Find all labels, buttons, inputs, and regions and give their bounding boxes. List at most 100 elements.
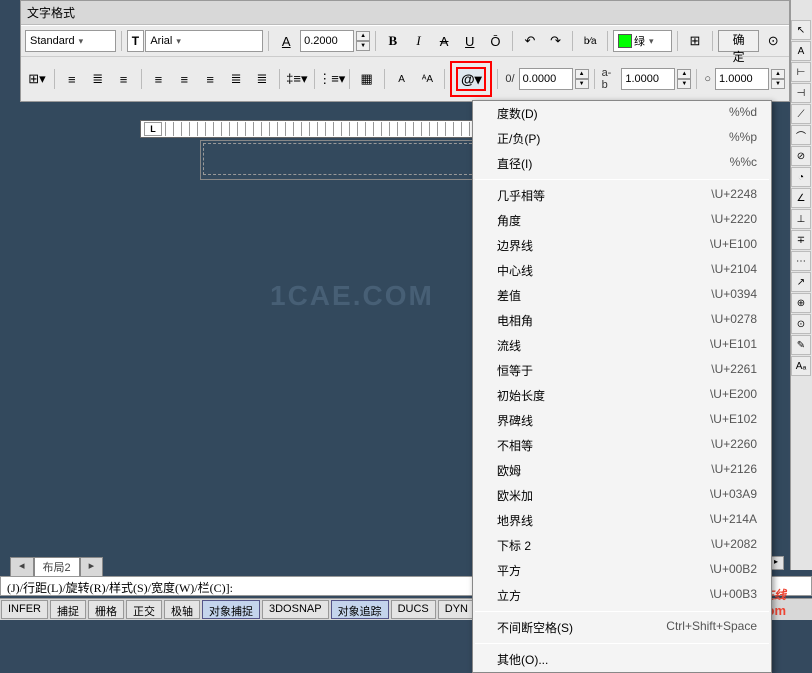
menu-item[interactable]: 差值\U+0394 <box>473 283 771 308</box>
status-toggle[interactable]: INFER <box>1 600 48 619</box>
status-toggle[interactable]: DUCS <box>391 600 436 619</box>
bold-button[interactable]: B <box>381 30 405 52</box>
rtool-rad-icon[interactable]: ◔ <box>791 167 811 187</box>
rtool-dim-icon[interactable]: ⊢ <box>791 62 811 82</box>
italic-button[interactable]: I <box>407 30 431 52</box>
menu-item[interactable]: 直径(I)%%c <box>473 151 771 176</box>
menu-item[interactable]: 地界线\U+214A <box>473 508 771 533</box>
layout-tab-arrow-r[interactable]: ▸ <box>80 557 104 576</box>
rtool-style-icon[interactable]: Aₐ <box>791 356 811 376</box>
right-toolbar: ↖ A ⊢ ⊣ ⟋ ⌒ ⊘ ◔ ∠ ⊥ ∓ ⋯ ↗ ⊕ ⊙ ✎ Aₐ <box>790 0 812 570</box>
menu-item[interactable]: 恒等于\U+2261 <box>473 358 771 383</box>
oblique-spinner[interactable]: ▲▼ <box>575 69 589 89</box>
text-color-dropdown[interactable]: 绿 <box>613 30 672 52</box>
rtool-lead-icon[interactable]: ↗ <box>791 272 811 292</box>
rtool-arc-icon[interactable]: ⌒ <box>791 125 811 145</box>
menu-item[interactable]: 度数(D)%%d <box>473 101 771 126</box>
justify-button[interactable]: ⊞▾ <box>25 68 49 90</box>
text-style-dropdown[interactable]: Standard <box>25 30 116 52</box>
text-height-input[interactable] <box>300 30 354 52</box>
rtool-base-icon[interactable]: ∓ <box>791 230 811 250</box>
tracking-spinner[interactable]: ▲▼ <box>677 69 691 89</box>
menu-item[interactable]: 欧米加\U+03A9 <box>473 483 771 508</box>
menu-item[interactable]: 边界线\U+E100 <box>473 233 771 258</box>
lowercase-button[interactable]: ᴬA <box>416 68 440 90</box>
rtool-dia-icon[interactable]: ⊘ <box>791 146 811 166</box>
font-family-icon: T <box>127 30 145 52</box>
menu-separator <box>475 643 769 644</box>
menu-item[interactable]: 初始长度\U+E200 <box>473 383 771 408</box>
undo-button[interactable]: ↶ <box>518 30 542 52</box>
menu-item[interactable]: 中心线\U+2104 <box>473 258 771 283</box>
rtool-edit-icon[interactable]: ✎ <box>791 335 811 355</box>
menu-item[interactable]: 流线\U+E101 <box>473 333 771 358</box>
menu-item[interactable]: 不间断空格(S)Ctrl+Shift+Space <box>473 615 771 640</box>
redo-button[interactable]: ↷ <box>544 30 568 52</box>
align-left-button[interactable]: ≡ <box>147 68 171 90</box>
rtool-cursor-icon[interactable]: ↖ <box>791 20 811 40</box>
watermark-text: 1CAE.COM <box>270 280 434 312</box>
align-center-button[interactable]: ≡ <box>172 68 196 90</box>
linespace-button[interactable]: ‡≡▾ <box>285 68 309 90</box>
menu-item[interactable]: 几乎相等\U+2248 <box>473 183 771 208</box>
tracking-icon: a-b <box>600 67 620 91</box>
symbol-button[interactable]: @▾ <box>456 67 486 91</box>
height-spinner[interactable]: ▲▼ <box>356 31 370 51</box>
stack-fraction-button[interactable]: b⁄a <box>578 30 602 52</box>
para-3-button[interactable]: ≡ <box>112 68 136 90</box>
status-toggle[interactable]: 正交 <box>126 600 162 619</box>
numbering-button[interactable]: ⋮≡▾ <box>320 68 344 90</box>
rtool-ang-icon[interactable]: ∠ <box>791 188 811 208</box>
ok-button[interactable]: 确定 <box>718 30 760 52</box>
underline-button[interactable]: U <box>458 30 482 52</box>
layout-tab-arrow[interactable]: ◂ <box>10 557 34 576</box>
menu-item[interactable]: 欧姆\U+2126 <box>473 458 771 483</box>
oblique-input[interactable] <box>519 68 573 90</box>
align-dist-button[interactable]: ≣ <box>250 68 274 90</box>
menu-item[interactable]: 下标 2\U+2082 <box>473 533 771 558</box>
rtool-cont-icon[interactable]: ⋯ <box>791 251 811 271</box>
strikethrough-button[interactable]: A <box>432 30 456 52</box>
uppercase-button[interactable]: A <box>390 68 414 90</box>
ruler-tab-icon[interactable]: L <box>144 122 162 136</box>
widthfactor-spinner[interactable]: ▲▼ <box>771 69 785 89</box>
rtool-cen-icon[interactable]: ⊙ <box>791 314 811 334</box>
widthfactor-input[interactable] <box>715 68 769 90</box>
annotative-icon[interactable]: A <box>274 30 298 52</box>
status-toggle[interactable]: 捕捉 <box>50 600 86 619</box>
menu-item[interactable]: 角度\U+2220 <box>473 208 771 233</box>
rtool-ord-icon[interactable]: ⊥ <box>791 209 811 229</box>
font-family-dropdown[interactable]: Arial <box>145 30 263 52</box>
status-toggle[interactable]: 对象追踪 <box>331 600 389 619</box>
menu-item[interactable]: 电相角\U+0278 <box>473 308 771 333</box>
rtool-dim3-icon[interactable]: ⟋ <box>791 104 811 124</box>
layout-tabs: ◂ 布局2 ▸ <box>10 557 103 576</box>
align-justify-button[interactable]: ≣ <box>224 68 248 90</box>
menu-item[interactable]: 正/负(P)%%p <box>473 126 771 151</box>
ruler-button[interactable]: ⊞ <box>683 30 707 52</box>
status-toggle[interactable]: DYN <box>438 600 475 619</box>
layout-tab[interactable]: 布局2 <box>34 557 80 576</box>
menu-item[interactable]: 平方\U+00B2 <box>473 558 771 583</box>
status-toggle[interactable]: 极轴 <box>164 600 200 619</box>
rtool-a-icon[interactable]: A <box>791 41 811 61</box>
menu-item[interactable]: 不相等\U+2260 <box>473 433 771 458</box>
menu-item[interactable]: 界碑线\U+E102 <box>473 408 771 433</box>
para-1-button[interactable]: ≡ <box>60 68 84 90</box>
menu-item[interactable]: 立方\U+00B3 <box>473 583 771 608</box>
status-toggle[interactable]: 3DOSNAP <box>262 600 329 619</box>
align-right-button[interactable]: ≡ <box>198 68 222 90</box>
rtool-dim2-icon[interactable]: ⊣ <box>791 83 811 103</box>
status-toggle[interactable]: 栅格 <box>88 600 124 619</box>
field-button[interactable]: ▦ <box>355 68 379 90</box>
menu-item[interactable]: 其他(O)... <box>473 647 771 672</box>
rtool-tol-icon[interactable]: ⊕ <box>791 293 811 313</box>
symbol-button-highlight: @▾ <box>450 61 492 97</box>
options-button[interactable]: ⊙ <box>761 30 785 52</box>
oblique-icon: 0/ <box>503 73 516 85</box>
para-2-button[interactable]: ≣ <box>86 68 110 90</box>
overline-button[interactable]: Ō <box>484 30 508 52</box>
mtext-editor[interactable] <box>200 140 480 180</box>
status-toggle[interactable]: 对象捕捉 <box>202 600 260 619</box>
tracking-input[interactable] <box>621 68 675 90</box>
